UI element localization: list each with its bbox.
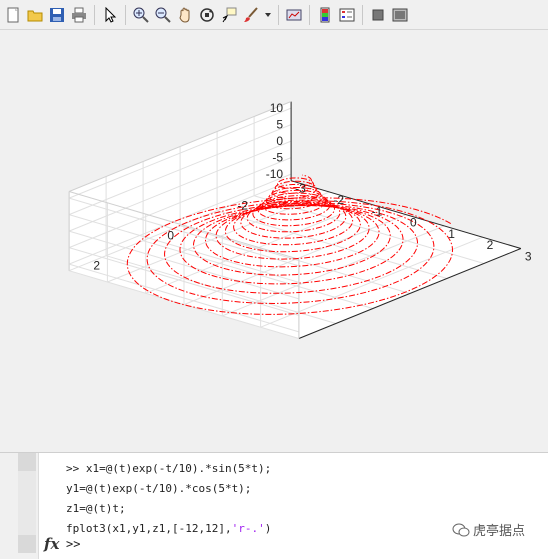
z-tick-label: 10 (270, 101, 284, 115)
string-literal: 'r-.' (231, 522, 265, 535)
command-line: >> x1=@(t)exp(-t/10).*sin(5*t); (66, 462, 272, 475)
x-tick-label: 1 (448, 227, 455, 241)
hide-plot-tools-icon[interactable] (368, 5, 388, 25)
zoom-out-icon[interactable] (153, 5, 173, 25)
fplot3-axes[interactable]: 1050-5-1020-2-3-2-10123 (0, 30, 548, 450)
command-line: z1=@(t)t; (66, 502, 126, 515)
brush-icon[interactable] (241, 5, 261, 25)
toolbar-separator (278, 4, 279, 25)
x-tick-label: -3 (295, 182, 306, 196)
wechat-icon (452, 523, 470, 536)
command-window-gutter (0, 453, 39, 559)
z-tick-label: 0 (276, 134, 283, 148)
toolbar-separator (125, 4, 126, 25)
edit-plot-icon[interactable] (100, 5, 120, 25)
new-figure-icon[interactable] (3, 5, 23, 25)
command-line: y1=@(t)exp(-t/10).*cos(5*t); (66, 482, 252, 495)
pan-icon[interactable] (175, 5, 195, 25)
toolbar-separator (309, 4, 310, 25)
watermark-text: 虎亭据点 (473, 523, 526, 538)
scroll-down-button[interactable] (18, 535, 36, 553)
command-history: >> x1=@(t)exp(-t/10).*sin(5*t); y1=@(t)ex… (66, 459, 271, 539)
scrollbar-track[interactable] (18, 471, 36, 535)
fx-icon[interactable]: fx (44, 535, 59, 553)
figure-canvas: 10 5 0 -5 -10 2 0 -2 -3 -2 -1 0 1 2 3 (0, 30, 548, 450)
toolbar-separator (94, 4, 95, 25)
dropdown-arrow-icon[interactable] (263, 5, 273, 25)
x-tick-label: 0 (410, 216, 417, 230)
insert-legend-icon[interactable] (337, 5, 357, 25)
link-plot-icon[interactable] (284, 5, 304, 25)
zoom-in-icon[interactable] (131, 5, 151, 25)
z-tick-label: 5 (276, 118, 283, 132)
insert-colorbar-icon[interactable] (315, 5, 335, 25)
watermark: 虎亭据点 (452, 520, 525, 539)
y-tick-label: -2 (237, 199, 248, 213)
data-cursor-icon[interactable] (219, 5, 239, 25)
toolbar-separator (362, 4, 363, 25)
rotate-3d-icon[interactable] (197, 5, 217, 25)
scroll-up-button[interactable] (18, 453, 36, 471)
x-tick-label: 2 (487, 238, 494, 252)
y-tick-label: 0 (167, 229, 174, 243)
figure-toolbar (0, 0, 548, 30)
open-file-icon[interactable] (25, 5, 45, 25)
x-tick-label: 3 (525, 250, 532, 264)
command-text: fplot3(x1,y1,z1,[-12,12], (66, 522, 232, 535)
command-prompt[interactable]: >> (66, 537, 80, 551)
print-icon[interactable] (69, 5, 89, 25)
command-text: ) (264, 522, 272, 535)
command-line-last: fplot3(x1,y1,z1,[-12,12],'r-.') (66, 519, 271, 539)
x-tick-label: -1 (372, 204, 383, 218)
x-tick-label: -2 (333, 193, 344, 207)
show-plot-tools-icon[interactable] (390, 5, 410, 25)
z-tick-label: -5 (272, 151, 283, 165)
save-icon[interactable] (47, 5, 67, 25)
z-tick-label: -10 (266, 167, 284, 181)
command-window[interactable]: >> x1=@(t)exp(-t/10).*sin(5*t); y1=@(t)ex… (0, 452, 548, 559)
y-tick-label: 2 (93, 259, 100, 273)
